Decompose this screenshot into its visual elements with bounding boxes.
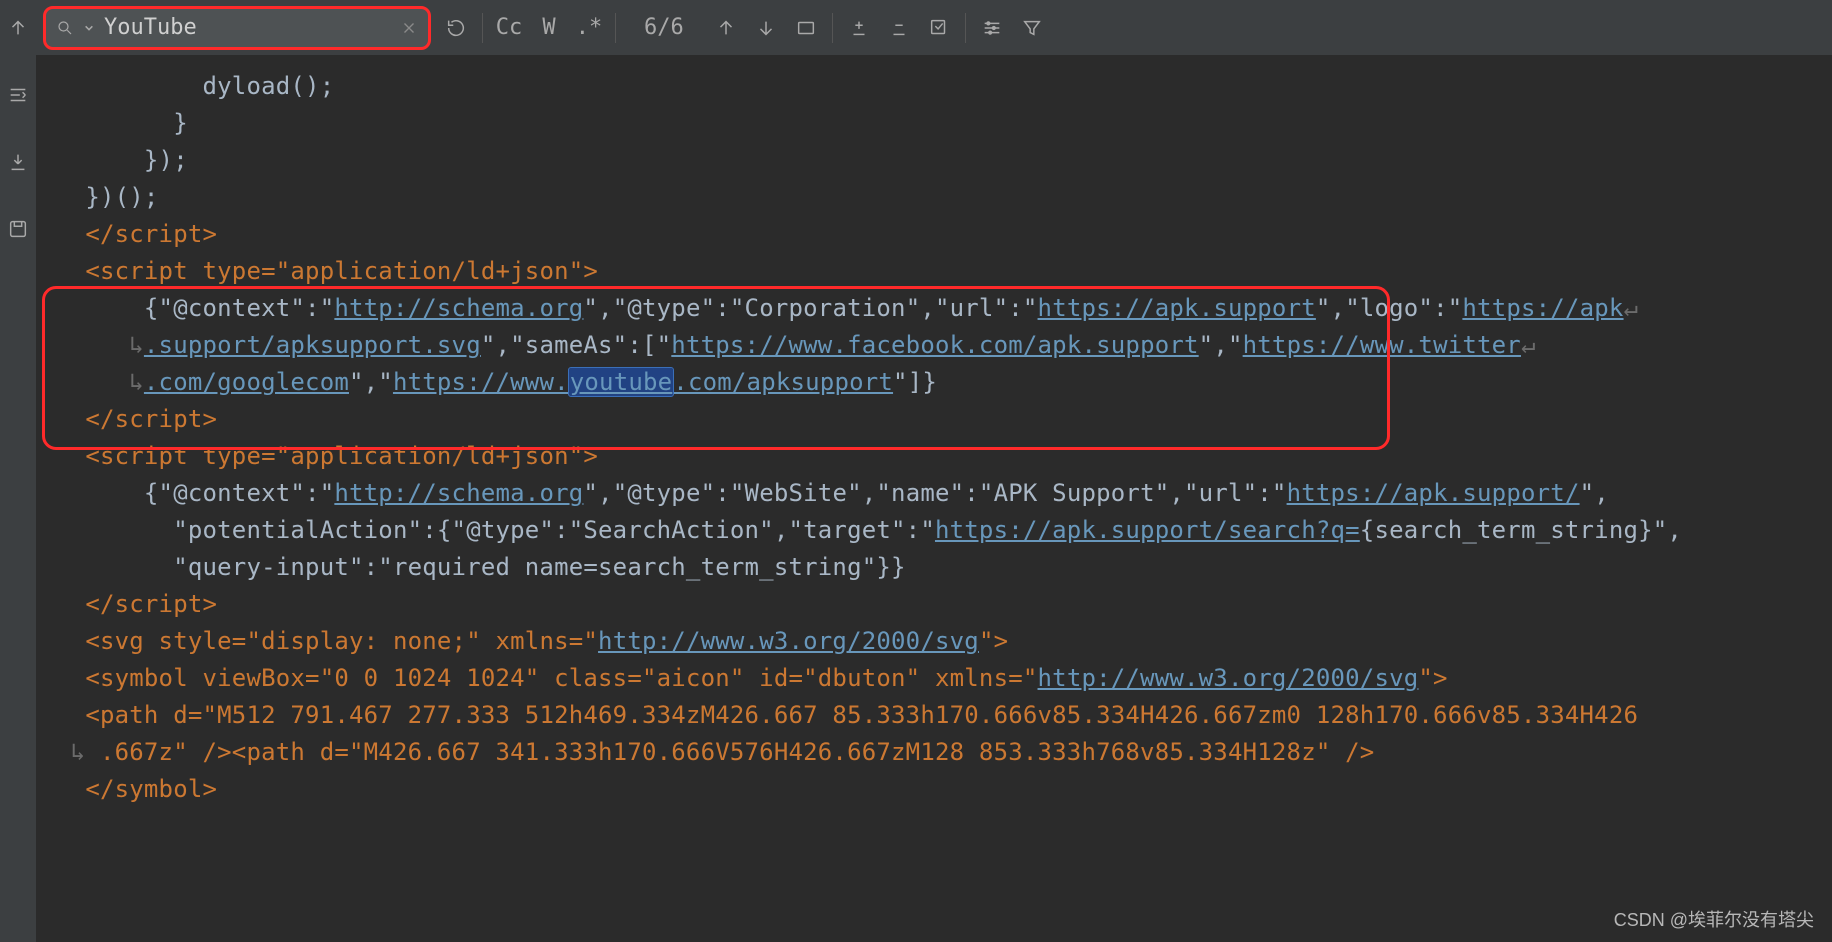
gutter-save-icon[interactable] [0, 209, 38, 249]
search-options-chevron-icon[interactable] [84, 23, 94, 33]
remove-selection-button[interactable] [879, 8, 919, 48]
code-line[interactable]: } [36, 105, 1832, 142]
hyperlink[interactable]: https://apk.support/search?q= [935, 516, 1360, 544]
history-icon[interactable] [436, 8, 476, 48]
gutter-prev-icon[interactable] [0, 8, 38, 48]
code-line[interactable]: <script type="application/ld+json"> [36, 253, 1832, 290]
separator [615, 13, 616, 43]
code-line[interactable]: dyload(); [36, 68, 1832, 105]
add-selection-button[interactable] [839, 8, 879, 48]
whole-word-button[interactable]: W [529, 8, 569, 48]
filter-icon[interactable] [1012, 8, 1052, 48]
hyperlink[interactable]: .support/apksupport.svg [144, 331, 481, 359]
clear-icon[interactable] [400, 19, 418, 37]
hyperlink[interactable]: https://apk [1462, 294, 1623, 322]
search-field-wrap[interactable] [46, 8, 428, 48]
hyperlink[interactable]: https://www.facebook.com/apk.support [671, 331, 1198, 359]
code-editor[interactable]: dyload(); } }); })(); </script> <script … [36, 56, 1832, 942]
gutter-download-icon[interactable] [0, 142, 38, 182]
code-line[interactable]: <svg style="display: none;" xmlns="http:… [36, 623, 1832, 660]
select-all-button[interactable] [786, 8, 826, 48]
hyperlink[interactable]: .com/apksupport [673, 368, 893, 396]
code-line[interactable]: ↳ .667z" /><path d="M426.667 341.333h170… [36, 734, 1832, 771]
hyperlink[interactable]: https://www. [393, 368, 569, 396]
hyperlink[interactable]: .com/googlecom [144, 368, 349, 396]
code-line[interactable]: ↳.com/googlecom","https://www.youtube.co… [36, 364, 1832, 401]
code-line[interactable]: <path d="M512 791.467 277.333 512h469.33… [36, 697, 1832, 734]
code-line[interactable]: </script> [36, 586, 1832, 623]
code-line[interactable]: })(); [36, 179, 1832, 216]
code-line[interactable]: {"@context":"http://schema.org","@type":… [36, 475, 1832, 512]
search-input[interactable] [104, 15, 390, 40]
code-line[interactable]: <script type="application/ld+json"> [36, 438, 1832, 475]
code-line[interactable]: ↳.support/apksupport.svg","sameAs":["htt… [36, 327, 1832, 364]
prev-match-button[interactable] [706, 8, 746, 48]
watermark: CSDN @埃菲尔没有塔尖 [1614, 906, 1814, 932]
hyperlink[interactable]: http://schema.org [334, 294, 583, 322]
code-line[interactable]: }); [36, 142, 1832, 179]
code-line[interactable]: </script> [36, 216, 1832, 253]
code-line[interactable]: "query-input":"required name=search_term… [36, 549, 1832, 586]
gutter [0, 0, 36, 942]
regex-button[interactable]: .* [569, 8, 609, 48]
match-case-button[interactable]: Cc [489, 8, 529, 48]
code-line[interactable]: </script> [36, 401, 1832, 438]
code-line[interactable]: <symbol viewBox="0 0 1024 1024" class="a… [36, 660, 1832, 697]
search-icon [56, 19, 74, 37]
next-match-button[interactable] [746, 8, 786, 48]
code-line[interactable]: "potentialAction":{"@type":"SearchAction… [36, 512, 1832, 549]
separator [832, 13, 833, 43]
separator [965, 13, 966, 43]
hyperlink[interactable]: http://schema.org [334, 479, 583, 507]
code-line[interactable]: </symbol> [36, 771, 1832, 808]
gutter-indent-icon[interactable] [0, 75, 38, 115]
settings-icon[interactable] [972, 8, 1012, 48]
hyperlink[interactable]: https://apk.support/ [1287, 479, 1580, 507]
search-hit[interactable]: youtube [569, 368, 674, 396]
hyperlink[interactable]: http://www.w3.org/2000/svg [598, 627, 979, 655]
hyperlink[interactable]: https://apk.support [1038, 294, 1316, 322]
select-all-occurrences-button[interactable] [919, 8, 959, 48]
hyperlink[interactable]: https://www.twitter [1243, 331, 1521, 359]
separator [482, 13, 483, 43]
code-line[interactable]: {"@context":"http://schema.org","@type":… [36, 290, 1832, 327]
match-count: 6/6 [622, 15, 706, 40]
hyperlink[interactable]: http://www.w3.org/2000/svg [1038, 664, 1419, 692]
find-toolbar: Cc W .* 6/6 [36, 0, 1832, 56]
